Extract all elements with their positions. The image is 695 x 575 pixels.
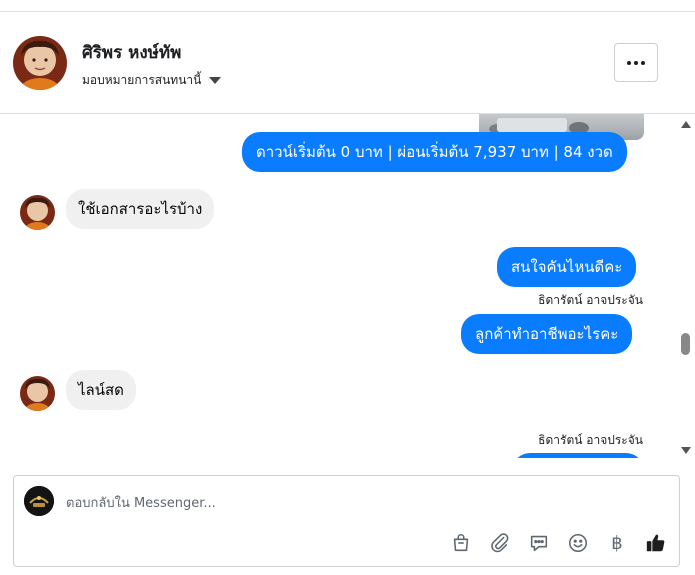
messenger-panel: ศิริพร หงษ์ทัพ มอบหมายการสนทนานี้ ดาวน์เ… — [0, 0, 695, 575]
sender-label: ธิดารัตน์ อาจประจัน — [538, 433, 643, 447]
top-strip — [0, 0, 695, 12]
scroll-up-arrow-icon[interactable] — [681, 121, 691, 128]
more-icon-dot — [641, 60, 645, 65]
composer-toolbar: ฿ — [450, 530, 667, 556]
scrollbar-thumb[interactable] — [681, 333, 690, 355]
contact-name: ศิริพร หงษ์ทัพ — [82, 43, 182, 63]
contact-avatar-small[interactable] — [20, 376, 55, 411]
message-bubble-incoming[interactable]: ใช้เอกสารอะไรบ้าง — [66, 189, 215, 229]
message-thread[interactable]: ดาวน์เริ่มต้น 0 บาท | ผ่อนเริ่มต้น 7,937… — [0, 114, 695, 458]
bag-icon[interactable] — [450, 532, 472, 554]
message-text: ใช้เอกสารอะไรบ้าง — [78, 200, 203, 218]
assign-label: มอบหมายการสนทนานี้ — [82, 73, 202, 87]
more-icon — [627, 60, 631, 65]
reply-composer: ฿ — [13, 475, 680, 567]
contact-avatar[interactable] — [13, 36, 67, 90]
scroll-down-arrow-icon[interactable] — [681, 447, 691, 454]
message-bubble-outgoing[interactable]: สนใจคันไหนดีคะ — [497, 247, 637, 287]
more-icon-dot — [634, 60, 638, 65]
baht-symbol: ฿ — [611, 532, 623, 554]
chat-bubble-icon[interactable] — [528, 532, 550, 554]
message-bubble-outgoing[interactable]: ดาวน์เริ่มต้น 0 บาท | ผ่อนเริ่มต้น 7,937… — [242, 132, 627, 172]
sender-label: ธิดารัตน์ อาจประจัน — [538, 293, 643, 307]
caret-down-icon — [209, 77, 222, 84]
smiley-icon[interactable] — [567, 532, 589, 554]
paperclip-icon[interactable] — [489, 532, 511, 554]
message-text: สนใจคันไหนดีคะ — [511, 258, 623, 276]
message-text: ลูกค้าทำอาชีพอะไรคะ — [475, 325, 619, 343]
photo-detail — [497, 118, 567, 132]
reply-input[interactable] — [66, 493, 656, 513]
baht-icon[interactable]: ฿ — [606, 532, 628, 554]
thumbs-up-icon[interactable] — [645, 532, 667, 554]
contact-avatar-small[interactable] — [20, 195, 55, 230]
thread-scrollbar[interactable] — [678, 114, 693, 458]
message-text: ดาวน์เริ่มต้น 0 บาท | ผ่อนเริ่มต้น 7,937… — [256, 143, 613, 161]
page-avatar — [24, 486, 54, 516]
more-options-button[interactable] — [614, 43, 658, 82]
assign-conversation-dropdown[interactable]: มอบหมายการสนทนานี้ — [82, 71, 222, 90]
message-text: ไลน์สด — [78, 381, 124, 399]
message-bubble-outgoing[interactable]: ลูกค้าทำอาชีพอะไรคะ — [461, 314, 633, 354]
message-bubble-outgoing[interactable] — [512, 453, 644, 458]
conversation-header: ศิริพร หงษ์ทัพ มอบหมายการสนทนานี้ — [0, 12, 695, 114]
message-bubble-incoming[interactable]: ไลน์สด — [66, 370, 136, 410]
